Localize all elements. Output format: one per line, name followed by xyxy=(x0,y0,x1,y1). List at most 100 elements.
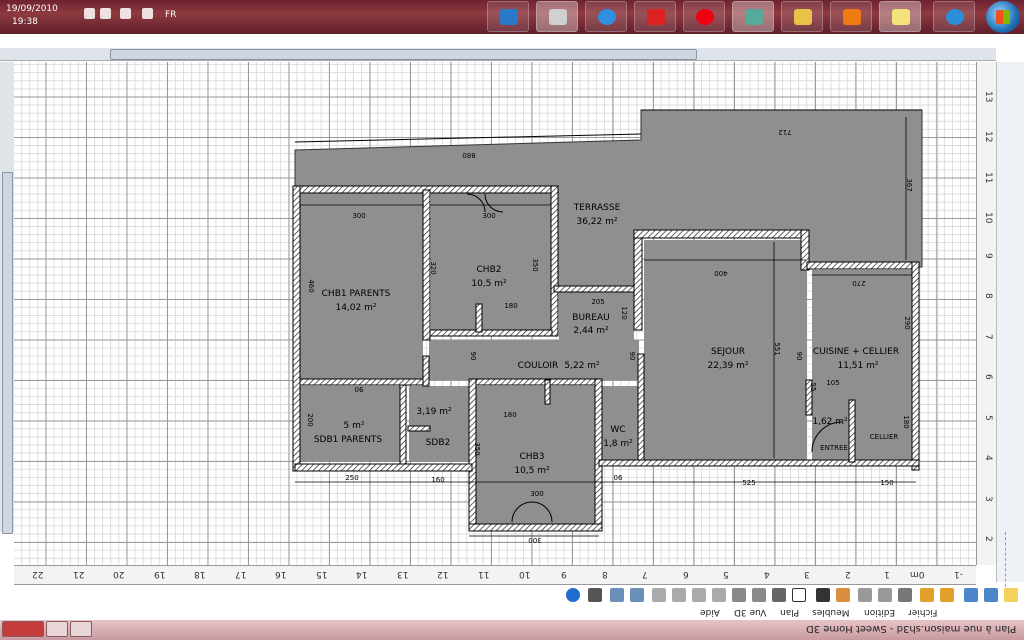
ruler-tick: 7 xyxy=(642,569,648,579)
floor-plan: TERRASSE 36,22 m² CHB1 PARENTS 14,02 m² … xyxy=(292,109,923,544)
menu-bar: Aide Vue 3D Plan Meubles Edition Fichier xyxy=(700,607,1024,621)
ruler-tick: 10 xyxy=(519,569,531,579)
taskbar-vlc-button[interactable] xyxy=(830,1,872,32)
wc-floor[interactable] xyxy=(602,386,640,462)
contacts-icon xyxy=(794,9,812,25)
taskbar-sweethome-button[interactable] xyxy=(536,1,578,32)
ruler-tick: 0m xyxy=(910,569,925,579)
dim-chb2-height: 320 xyxy=(429,261,437,274)
dim-right-height: 367 xyxy=(905,178,913,191)
redo-icon[interactable] xyxy=(920,588,934,602)
horizontal-scrollbar-thumb[interactable] xyxy=(110,49,697,60)
taskbar-apps-button[interactable] xyxy=(732,1,774,32)
menu-meubles[interactable]: Meubles xyxy=(812,607,849,617)
rotate-icon[interactable] xyxy=(752,588,766,602)
dim-bottom-300: 300 xyxy=(528,536,541,544)
text-size-icon[interactable] xyxy=(652,588,666,602)
taskbar-contacts-button[interactable] xyxy=(781,1,823,32)
cut-icon[interactable] xyxy=(898,588,912,602)
language-indicator[interactable]: FR xyxy=(165,10,176,20)
pan-icon[interactable] xyxy=(816,588,830,602)
sdb1-area: 5 m² xyxy=(344,421,365,431)
dim-chb3-bottom: 300 xyxy=(530,490,543,498)
couloir-floor[interactable] xyxy=(429,340,639,380)
clock-time[interactable]: 19:38 xyxy=(12,17,38,27)
side-panel-edge[interactable] xyxy=(996,62,1024,592)
couloir-label: COULOIR xyxy=(518,361,559,371)
vlc-icon xyxy=(843,9,861,25)
dim-chb3-width: 180 xyxy=(503,411,516,419)
taskbar-ie-button[interactable] xyxy=(933,1,975,32)
network-icon[interactable] xyxy=(84,8,95,19)
paste-icon[interactable] xyxy=(858,588,872,602)
chb1-floor[interactable] xyxy=(299,192,423,380)
plan-zoom-out-icon[interactable] xyxy=(630,588,644,602)
plan-canvas[interactable]: TERRASSE 36,22 m² CHB1 PARENTS 14,02 m² … xyxy=(14,62,976,565)
taskbar-opera-button[interactable] xyxy=(683,1,725,32)
undo-icon[interactable] xyxy=(940,588,954,602)
menu-vue3d[interactable]: Vue 3D xyxy=(734,607,766,617)
window-title: Plan à nue maison.sh3d - Sweet Home 3D xyxy=(805,623,1016,634)
battery-icon[interactable] xyxy=(120,8,131,19)
flag-icon[interactable] xyxy=(142,8,153,19)
create-dimensions-icon[interactable] xyxy=(772,588,786,602)
ruler-tick: 10 xyxy=(983,212,993,224)
minimize-button[interactable] xyxy=(70,621,92,637)
volume-icon[interactable] xyxy=(100,8,111,19)
menu-edition[interactable]: Edition xyxy=(864,607,895,617)
wc-area: 1,8 m² xyxy=(603,439,633,449)
sdb2-floor[interactable] xyxy=(409,386,469,462)
taskbar-screen-button[interactable] xyxy=(487,1,529,32)
sejour-label: SEJOUR xyxy=(711,347,745,357)
text-size-down-icon[interactable] xyxy=(672,588,686,602)
vertical-ruler: 13 12 11 10 9 8 7 6 5 4 3 2 xyxy=(976,62,997,565)
ruler-tick: 11 xyxy=(478,569,490,579)
taskbar-notes-button[interactable] xyxy=(879,1,921,32)
ruler-tick: 8 xyxy=(602,569,608,579)
new-home-icon[interactable] xyxy=(1004,588,1018,602)
help-icon[interactable] xyxy=(566,588,580,602)
dim-sejour-height: 551 xyxy=(773,342,781,355)
taskbar-media-button[interactable] xyxy=(585,1,627,32)
create-walls-icon[interactable] xyxy=(836,588,850,602)
plan-zoom-in-icon[interactable] xyxy=(610,588,624,602)
terrasse-area: 36,22 m² xyxy=(576,217,617,227)
house-icon xyxy=(549,9,567,25)
menu-aide[interactable]: Aide xyxy=(700,607,720,617)
dim-cuisine-width: 270 xyxy=(852,279,865,287)
start-button[interactable] xyxy=(986,1,1020,33)
add-text-icon[interactable] xyxy=(732,588,746,602)
photo-icon[interactable] xyxy=(588,588,602,602)
maximize-button[interactable] xyxy=(46,621,68,637)
sejour-area: 22,39 m² xyxy=(707,361,748,371)
splitter[interactable] xyxy=(1005,532,1016,592)
select-icon[interactable] xyxy=(792,588,806,602)
vertical-scrollbar-track[interactable] xyxy=(0,62,15,534)
youtube-icon xyxy=(647,9,665,25)
ruler-tick: 2 xyxy=(983,536,993,542)
menu-fichier[interactable]: Fichier xyxy=(908,607,937,617)
dim-chb2-width: 300 xyxy=(482,212,495,220)
ruler-tick: 13 xyxy=(397,569,409,579)
vertical-scrollbar-thumb[interactable] xyxy=(2,172,13,534)
dim-cuisine-height: 290 xyxy=(903,316,911,329)
chb1-area: 14,02 m² xyxy=(335,303,376,313)
couloir-area: 5,22 m² xyxy=(564,361,600,371)
bold-icon[interactable] xyxy=(692,588,706,602)
open-icon[interactable] xyxy=(984,588,998,602)
menu-plan[interactable]: Plan xyxy=(780,607,799,617)
ruler-tick: 6 xyxy=(683,569,689,579)
ruler-tick: 1 xyxy=(884,569,890,579)
taskbar-youtube-button[interactable] xyxy=(634,1,676,32)
save-icon[interactable] xyxy=(964,588,978,602)
close-button[interactable] xyxy=(2,621,44,637)
cuisine-label: CUISINE + CELLIER xyxy=(813,347,899,357)
ruler-tick: 12 xyxy=(983,131,993,143)
ruler-tick: 4 xyxy=(764,569,770,579)
dim-bottom-160: 160 xyxy=(431,476,444,484)
copy-icon[interactable] xyxy=(878,588,892,602)
chb3-label: CHB3 xyxy=(520,452,545,462)
italic-icon[interactable] xyxy=(712,588,726,602)
ruler-tick: 12 xyxy=(437,569,449,579)
clock-date[interactable]: 19/09/2010 xyxy=(6,4,58,14)
